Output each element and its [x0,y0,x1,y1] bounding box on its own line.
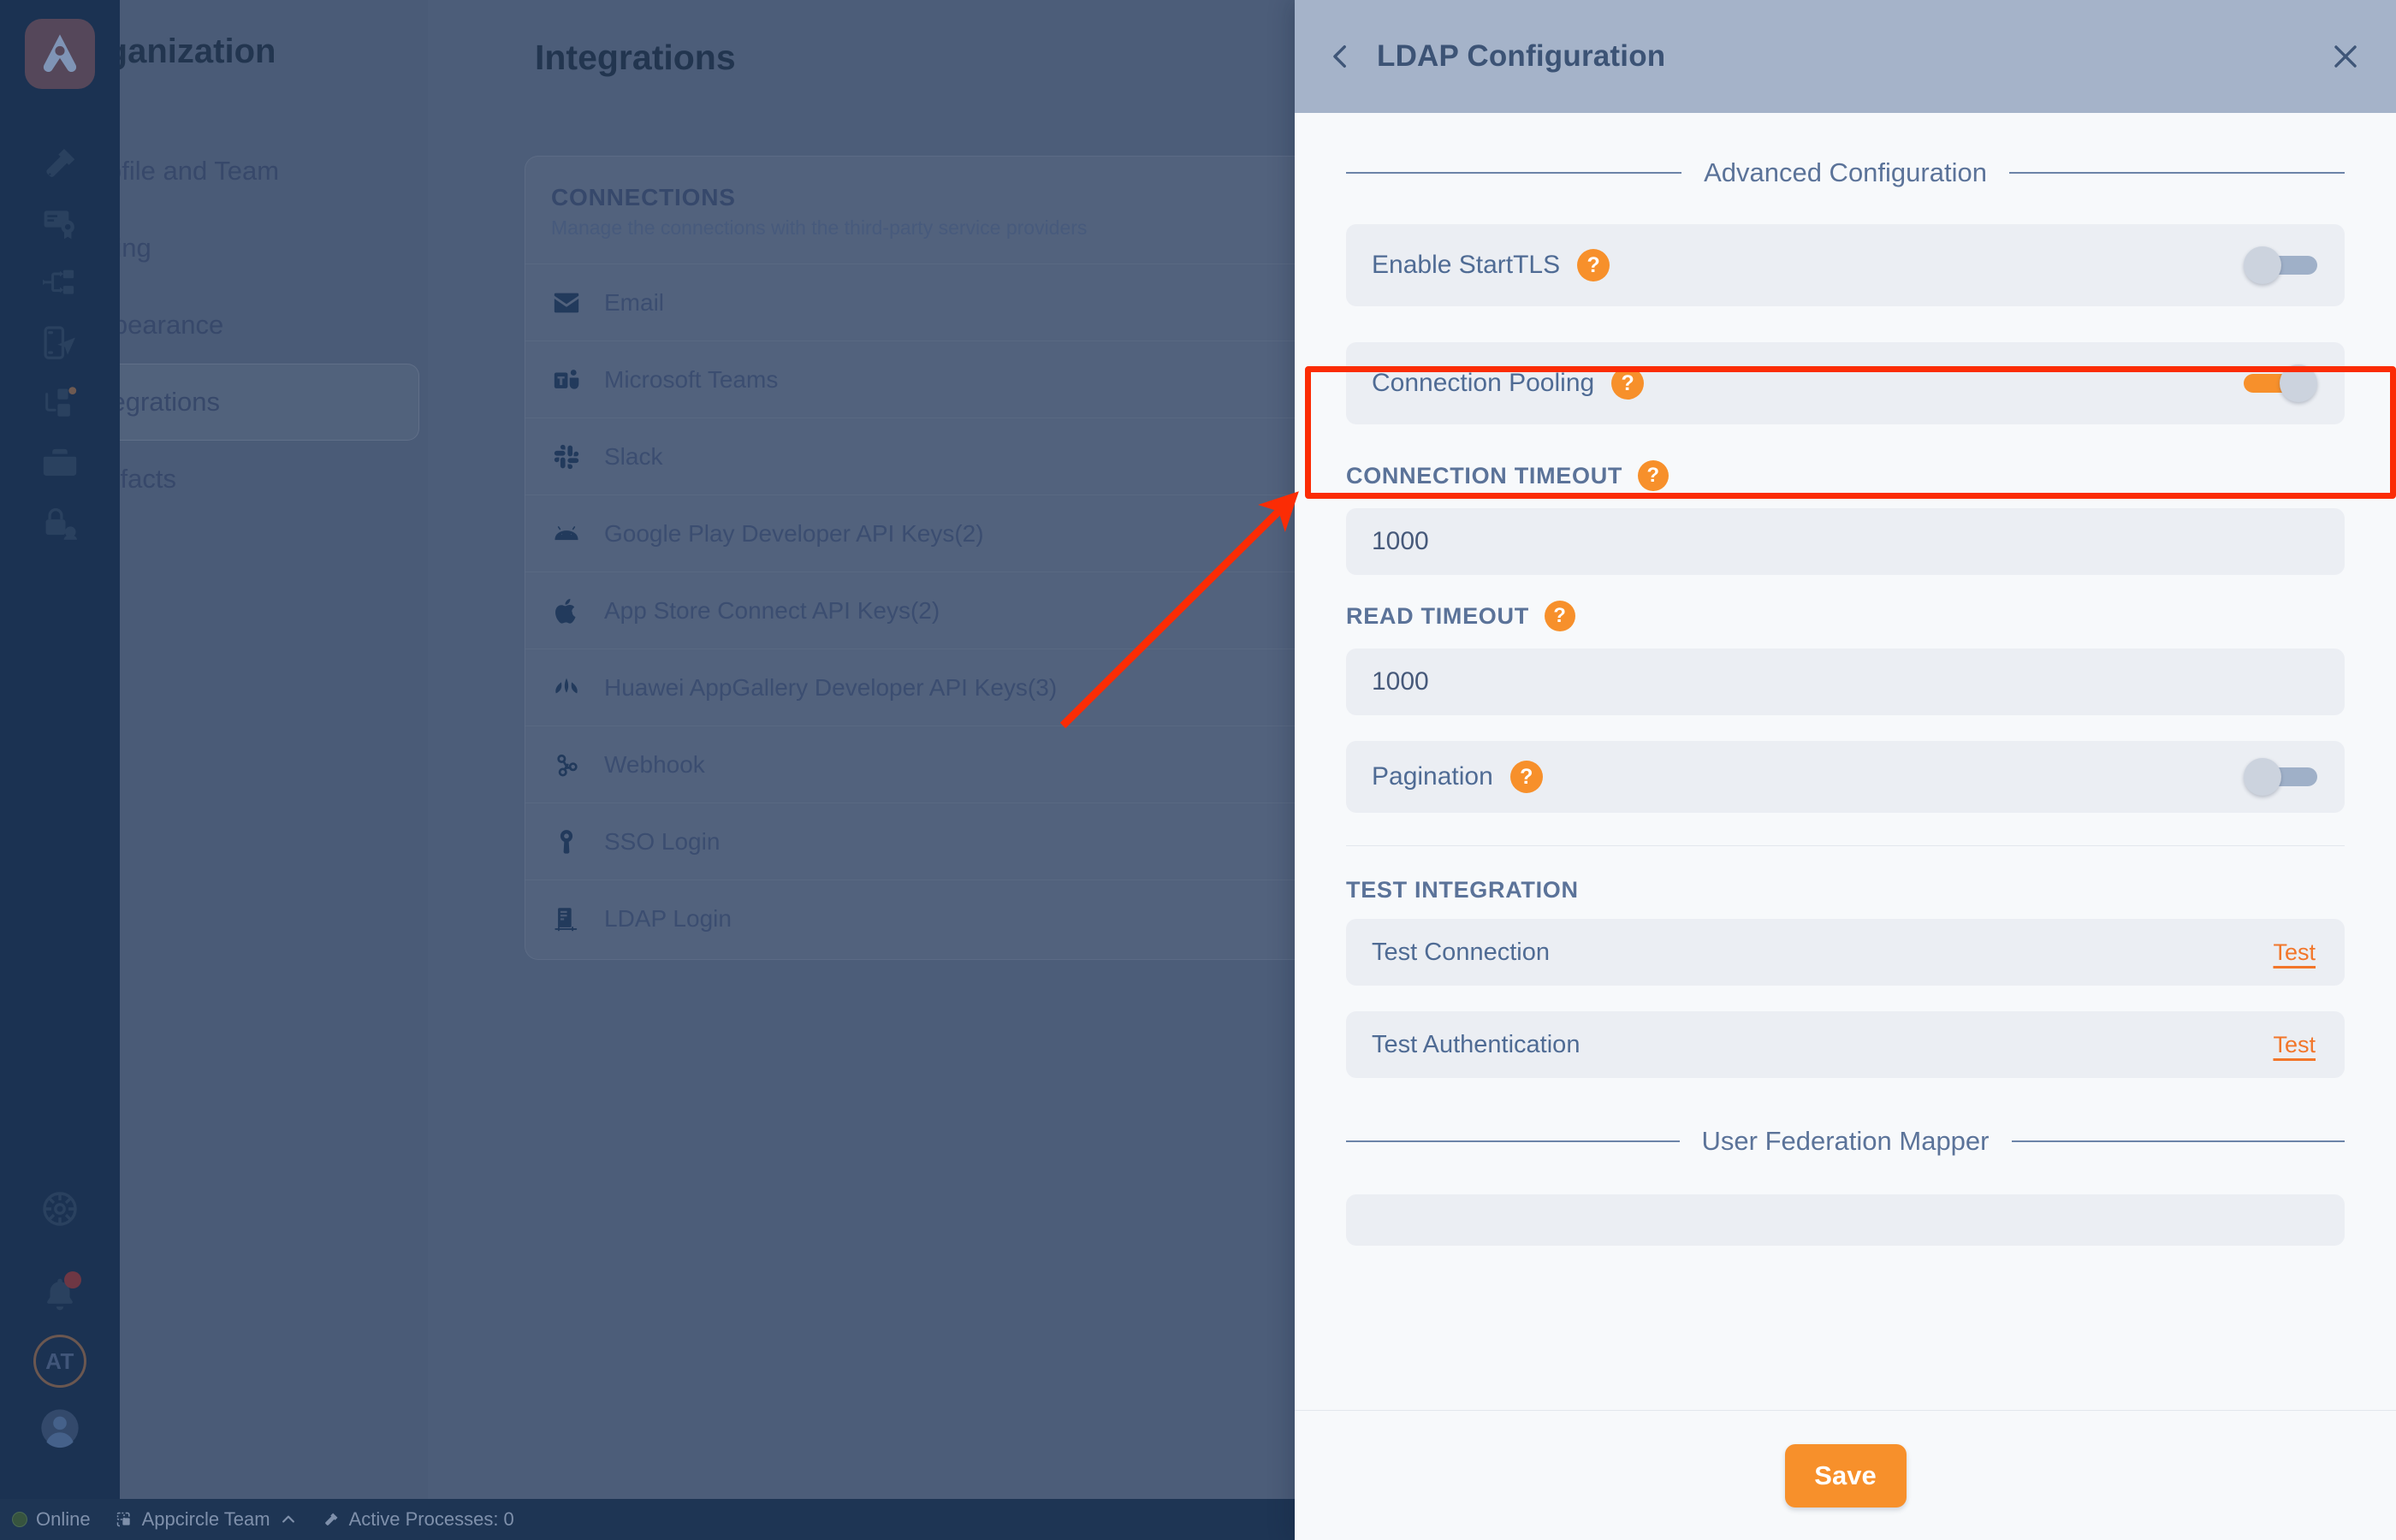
microsoft-teams-icon [551,364,582,395]
status-processes-label: Active Processes: 0 [348,1508,514,1530]
user-profile-icon[interactable] [30,1398,90,1458]
list-item-label: Webhook [604,750,705,778]
toggle-knob [2244,758,2281,796]
android-icon [551,518,582,549]
left-icon-rail: AT [0,0,120,1540]
list-item-label: App Store Connect API Keys(2) [604,596,940,624]
help-icon[interactable]: ? [1544,601,1575,631]
field-label: CONNECTION TIMEOUT [1346,462,1623,489]
ldap-configuration-panel: LDAP Configuration Advanced Configuratio… [1295,0,2396,1540]
list-item-label: Slack [604,442,663,470]
help-icon[interactable]: ? [1638,460,1669,491]
toolbox-icon[interactable] [30,433,90,493]
toggle-connection-pooling[interactable] [2244,364,2317,402]
row-label: Pagination [1372,762,1493,791]
help-icon[interactable]: ? [1611,367,1645,400]
input-value: 1000 [1372,527,1429,555]
panel-title: LDAP Configuration [1377,39,1666,73]
status-active-processes: Active Processes: 0 [322,1508,514,1531]
section-label: User Federation Mapper [1701,1126,1990,1156]
row-label: Connection Pooling [1372,369,1595,397]
section-divider-user-federation-mapper: User Federation Mapper [1346,1126,2345,1157]
field-label-group: CONNECTION TIMEOUT ? [1346,460,2345,491]
chevron-left-icon[interactable] [1324,39,1358,74]
list-item-label: Huawei AppGallery Developer API Keys(3) [604,673,1058,701]
field-label: READ TIMEOUT [1346,602,1529,629]
panel-footer: Save [1295,1410,2396,1540]
read-timeout-input[interactable]: 1000 [1346,649,2345,715]
notification-bell-icon[interactable] [30,1265,90,1324]
screen-root: Organization Profile and Team Billing Ap… [0,0,2396,1540]
certificate-icon[interactable] [30,193,90,253]
help-icon[interactable]: ? [1577,249,1610,281]
apple-icon [551,595,582,626]
toggle-knob [2280,364,2317,402]
security-lock-icon[interactable] [30,493,90,553]
connection-timeout-input[interactable]: 1000 [1346,508,2345,575]
status-online: Online [12,1508,91,1531]
slack-icon [551,441,582,472]
row-test-authentication: Test Authentication Test [1346,1011,2345,1078]
test-integration-heading: TEST INTEGRATION [1346,877,1579,903]
section-label: Advanced Configuration [1704,157,1987,187]
field-connection-timeout: CONNECTION TIMEOUT ? 1000 [1346,460,2345,575]
store-submit-icon[interactable] [30,373,90,433]
notification-badge [64,1271,81,1288]
chevron-up-icon [279,1510,298,1529]
list-item-label: LDAP Login [604,904,732,932]
panel-header: LDAP Configuration [1295,0,2396,113]
row-connection-pooling: Connection Pooling ? [1346,342,2345,424]
email-icon [551,287,582,318]
status-team-selector[interactable]: Appcircle Team [115,1508,298,1531]
field-label-group: READ TIMEOUT ? [1346,601,2345,631]
field-read-timeout: READ TIMEOUT ? 1000 [1346,601,2345,715]
row-clipped-preview [1346,1194,2345,1246]
gear-icon[interactable] [30,1179,90,1239]
status-team-label: Appcircle Team [141,1508,270,1530]
input-value: 1000 [1372,667,1429,696]
appcircle-logo-icon[interactable] [25,19,95,89]
huawei-icon [551,672,582,703]
list-item-label: SSO Login [604,827,721,855]
save-button[interactable]: Save [1784,1443,1907,1507]
build-hammer-icon[interactable] [30,133,90,193]
team-switch-icon [115,1510,133,1529]
close-icon[interactable] [2326,37,2365,76]
section-divider-advanced-configuration: Advanced Configuration [1346,157,2345,188]
page-title: Integrations [535,38,736,77]
row-label: Test Connection [1372,938,1550,966]
ldap-icon [551,903,582,934]
row-test-connection: Test Connection Test [1346,919,2345,986]
toggle-enable-starttls[interactable] [2244,246,2317,284]
test-authentication-button[interactable]: Test [2273,1032,2316,1058]
test-connection-button[interactable]: Test [2273,939,2316,966]
help-icon[interactable]: ? [1509,761,1543,793]
hammer-icon [322,1510,341,1529]
toggle-knob [2244,246,2281,284]
avatar: AT [33,1335,86,1388]
distribution-icon[interactable] [30,313,90,373]
sso-icon [551,826,582,857]
panel-body[interactable]: Advanced Configuration Enable StartTLS ?… [1295,113,2396,1410]
toggle-pagination[interactable] [2244,758,2317,796]
avatar-initials[interactable]: AT [30,1324,90,1398]
list-item-label: Microsoft Teams [604,365,779,393]
list-item-label: Email [604,288,665,316]
status-online-label: Online [36,1508,91,1530]
row-enable-starttls: Enable StartTLS ? [1346,224,2345,306]
row-label: Test Authentication [1372,1030,1581,1058]
online-dot-icon [12,1512,27,1527]
row-pagination: Pagination ? [1346,741,2345,813]
workflow-icon[interactable] [30,253,90,313]
webhook-icon [551,749,582,780]
list-item-label: Google Play Developer API Keys(2) [604,519,984,547]
row-label: Enable StartTLS [1372,251,1561,279]
